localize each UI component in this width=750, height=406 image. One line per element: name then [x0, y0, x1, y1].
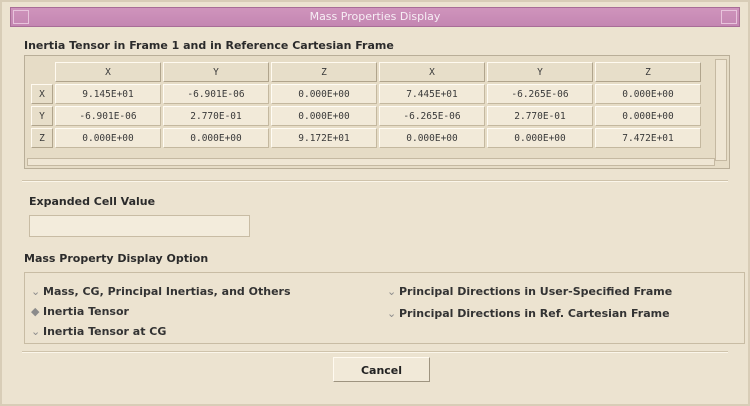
- maximize-icon[interactable]: [721, 10, 737, 24]
- option-inertia-tensor-cg[interactable]: ⌄ Inertia Tensor at CG: [31, 325, 166, 338]
- horizontal-scrollbar[interactable]: [27, 158, 715, 166]
- table-cell[interactable]: 0.000E+00: [163, 128, 269, 148]
- table-row: Y -6.901E-06 2.770E-01 0.000E+00 -6.265E…: [31, 106, 701, 126]
- table-row: Z 0.000E+00 0.000E+00 9.172E+01 0.000E+0…: [31, 128, 701, 148]
- cancel-button[interactable]: Cancel: [333, 357, 430, 382]
- column-header[interactable]: Y: [487, 62, 593, 82]
- row-header[interactable]: Y: [31, 106, 53, 126]
- divider: [22, 180, 728, 182]
- option-label: Inertia Tensor at CG: [43, 325, 167, 338]
- radio-off-icon: ⌄: [31, 285, 41, 298]
- table-cell[interactable]: 9.172E+01: [271, 128, 377, 148]
- table-cell[interactable]: 7.472E+01: [595, 128, 701, 148]
- table-cell[interactable]: 2.770E-01: [163, 106, 269, 126]
- column-header[interactable]: X: [379, 62, 485, 82]
- radio-off-icon: ⌄: [387, 307, 397, 320]
- option-label: Mass, CG, Principal Inertias, and Others: [43, 285, 291, 298]
- tensor-grid: X Y Z X Y Z X 9.145E+01 -6.901E-06 0.000…: [24, 55, 730, 169]
- table-cell[interactable]: 0.000E+00: [595, 106, 701, 126]
- option-label: Principal Directions in User-Specified F…: [399, 285, 673, 298]
- display-option-group: ⌄ Mass, CG, Principal Inertias, and Other…: [24, 272, 745, 344]
- table-cell[interactable]: 0.000E+00: [379, 128, 485, 148]
- option-principal-user-frame[interactable]: ⌄ Principal Directions in User-Specified …: [387, 285, 672, 298]
- radio-off-icon: ⌄: [31, 325, 41, 338]
- column-header[interactable]: Z: [271, 62, 377, 82]
- table-cell[interactable]: -6.901E-06: [55, 106, 161, 126]
- option-principal-ref-frame[interactable]: ⌄ Principal Directions in Ref. Cartesian …: [387, 307, 670, 320]
- table-cell[interactable]: 0.000E+00: [55, 128, 161, 148]
- vertical-scrollbar[interactable]: [715, 59, 727, 161]
- row-header[interactable]: Z: [31, 128, 53, 148]
- table-cell[interactable]: 0.000E+00: [271, 106, 377, 126]
- expanded-cell-field[interactable]: [29, 215, 250, 237]
- column-header[interactable]: Z: [595, 62, 701, 82]
- tensor-section-title: Inertia Tensor in Frame 1 and in Referen…: [24, 39, 394, 52]
- option-label: Inertia Tensor: [43, 305, 129, 318]
- display-option-label: Mass Property Display Option: [24, 252, 209, 265]
- row-header[interactable]: X: [31, 84, 53, 104]
- corner-cell: [31, 62, 53, 82]
- window-menu-icon[interactable]: [13, 10, 29, 24]
- table-cell[interactable]: -6.901E-06: [163, 84, 269, 104]
- table-cell[interactable]: 0.000E+00: [487, 128, 593, 148]
- table-cell[interactable]: -6.265E-06: [487, 84, 593, 104]
- window-title: Mass Properties Display: [309, 10, 441, 23]
- option-inertia-tensor[interactable]: ◆ Inertia Tensor: [31, 305, 129, 318]
- table-row: X 9.145E+01 -6.901E-06 0.000E+00 7.445E+…: [31, 84, 701, 104]
- table-cell[interactable]: 9.145E+01: [55, 84, 161, 104]
- column-header[interactable]: X: [55, 62, 161, 82]
- table-cell[interactable]: 2.770E-01: [487, 106, 593, 126]
- mass-properties-window: Mass Properties Display Inertia Tensor i…: [0, 0, 750, 406]
- table-cell[interactable]: 0.000E+00: [595, 84, 701, 104]
- table-cell[interactable]: 0.000E+00: [271, 84, 377, 104]
- radio-off-icon: ⌄: [387, 285, 397, 298]
- expanded-cell-label: Expanded Cell Value: [29, 195, 156, 208]
- table-cell[interactable]: 7.445E+01: [379, 84, 485, 104]
- option-label: Principal Directions in Ref. Cartesian F…: [399, 307, 670, 320]
- tensor-table: X Y Z X Y Z X 9.145E+01 -6.901E-06 0.000…: [29, 60, 703, 150]
- radio-on-icon: ◆: [31, 305, 40, 318]
- title-bar[interactable]: Mass Properties Display: [10, 7, 740, 27]
- option-mass-cg[interactable]: ⌄ Mass, CG, Principal Inertias, and Other…: [31, 285, 291, 298]
- column-header[interactable]: Y: [163, 62, 269, 82]
- divider: [22, 351, 728, 353]
- table-cell[interactable]: -6.265E-06: [379, 106, 485, 126]
